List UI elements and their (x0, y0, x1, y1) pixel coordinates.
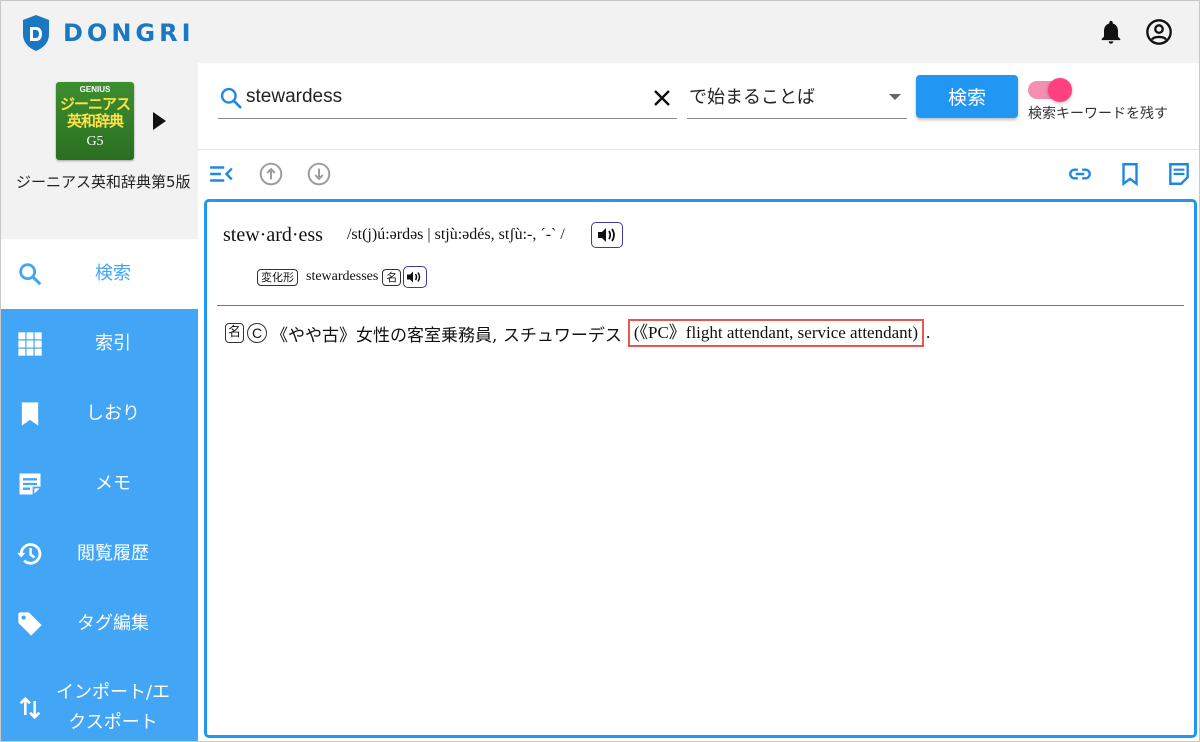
search-field[interactable] (218, 75, 677, 119)
cover-brand: GENIUS (79, 85, 111, 94)
logo[interactable]: DONGRI (21, 14, 195, 52)
link-icon[interactable] (1067, 161, 1093, 187)
countable-mark: C (247, 323, 268, 343)
book-panel: GENIUS ジーニアス英和辞典 G5 ジーニアス英和辞典第5版 (1, 63, 198, 239)
sidebar-item-label: しおり (86, 403, 140, 424)
menu-collapse-icon[interactable] (208, 161, 234, 187)
keep-keyword-toggle[interactable] (1028, 78, 1072, 102)
definition-text: 《やや古》女性の客室乗務員, スチュワーデス (271, 325, 622, 346)
sidebar: GENIUS ジーニアス英和辞典 G5 ジーニアス英和辞典第5版 検索 索引 し… (1, 63, 198, 741)
history-icon (17, 543, 42, 565)
sidebar-item-label: タグ編集 (77, 613, 149, 634)
shield-logo-icon (23, 15, 49, 51)
search-mode-select[interactable]: で始まることば (687, 75, 907, 119)
bookmark-icon[interactable] (1117, 161, 1143, 187)
search-mode-value: で始まることば (689, 87, 815, 108)
pos-tag: 名 (382, 268, 402, 286)
cover-edition: G5 (86, 134, 104, 149)
cover-title: ジーニアス英和辞典 (59, 95, 131, 130)
highlighted-note: (《PC》flight attendant, service attendant… (627, 319, 925, 347)
sidebar-item-import-export[interactable]: インポート/エクスポート (1, 673, 198, 741)
sidebar-item-tag-edit[interactable]: タグ編集 (1, 589, 198, 659)
sidebar-item-bookmarks[interactable]: しおり (1, 379, 198, 449)
entry-content: stew·ard·ess /st(j)ú:ərdəs | stjù:ədés, … (204, 199, 1197, 738)
grid-icon (18, 332, 42, 356)
close-icon[interactable] (650, 86, 674, 110)
chevron-down-icon (889, 94, 901, 100)
book-name: ジーニアス英和辞典第5版 (16, 173, 191, 191)
speaker-icon[interactable] (590, 222, 623, 248)
sidebar-item-label: インポート/エクスポート (55, 682, 171, 733)
entry-toolbar (198, 151, 1199, 197)
search-icon (19, 263, 41, 285)
search-input[interactable] (246, 84, 646, 110)
toggle-knob (1048, 78, 1072, 102)
headword-line: stew·ard·ess /st(j)ú:ərdəs | stjù:ədés, … (223, 222, 623, 248)
sidebar-item-history[interactable]: 閲覧履歴 (1, 519, 198, 589)
note-icon (19, 473, 41, 495)
note-icon[interactable] (1166, 161, 1192, 187)
sidebar-item-label: メモ (95, 473, 131, 494)
inflection-line: 変化形 stewardesses 名 (257, 266, 428, 288)
speaker-icon[interactable] (403, 266, 428, 288)
keep-keyword-label: 検索キーワードを残す (1028, 106, 1168, 122)
pronunciation: /st(j)ú:ərdəs | stjù:ədés, stʃù:-, ˊ-ˋ / (346, 226, 565, 243)
search-bar: で始まることば 検索 検索キーワードを残す (198, 63, 1199, 150)
import-export-icon (19, 696, 41, 720)
sidebar-item-label: 索引 (95, 333, 131, 354)
arrow-up-circle-icon[interactable] (258, 161, 284, 187)
search-icon (220, 87, 242, 109)
bookmark-icon (21, 402, 39, 426)
arrow-down-circle-icon[interactable] (306, 161, 332, 187)
logo-text: DONGRI (63, 19, 195, 47)
sidebar-item-label: 検索 (95, 263, 131, 284)
inflection-word: stewardesses (306, 269, 379, 284)
app-window: DONGRI GENIUS ジーニアス英和辞典 G5 ジーニアス英和辞典第5版 (0, 0, 1200, 742)
tag-icon (18, 612, 42, 636)
definition-line: 名 C 《やや古》女性の客室乗務員, スチュワーデス (《PC》flight a… (225, 319, 931, 347)
top-bar: DONGRI (1, 1, 1199, 63)
play-arrow-icon[interactable] (153, 112, 166, 130)
account-icon[interactable] (1145, 18, 1173, 46)
sidebar-item-memo[interactable]: メモ (1, 449, 198, 519)
pos-tag: 名 (225, 323, 245, 343)
inflection-tag: 変化形 (257, 268, 298, 286)
search-button[interactable]: 検索 (916, 75, 1018, 118)
headword: stew·ard·ess (223, 223, 323, 246)
sidebar-item-search[interactable]: 検索 (1, 239, 198, 309)
book-cover[interactable]: GENIUS ジーニアス英和辞典 G5 (56, 82, 134, 160)
divider (217, 305, 1184, 306)
bell-icon[interactable] (1097, 18, 1125, 46)
sidebar-item-index[interactable]: 索引 (1, 309, 198, 379)
definition-end: . (926, 323, 931, 342)
sidebar-item-label: 閲覧履歴 (77, 543, 149, 564)
